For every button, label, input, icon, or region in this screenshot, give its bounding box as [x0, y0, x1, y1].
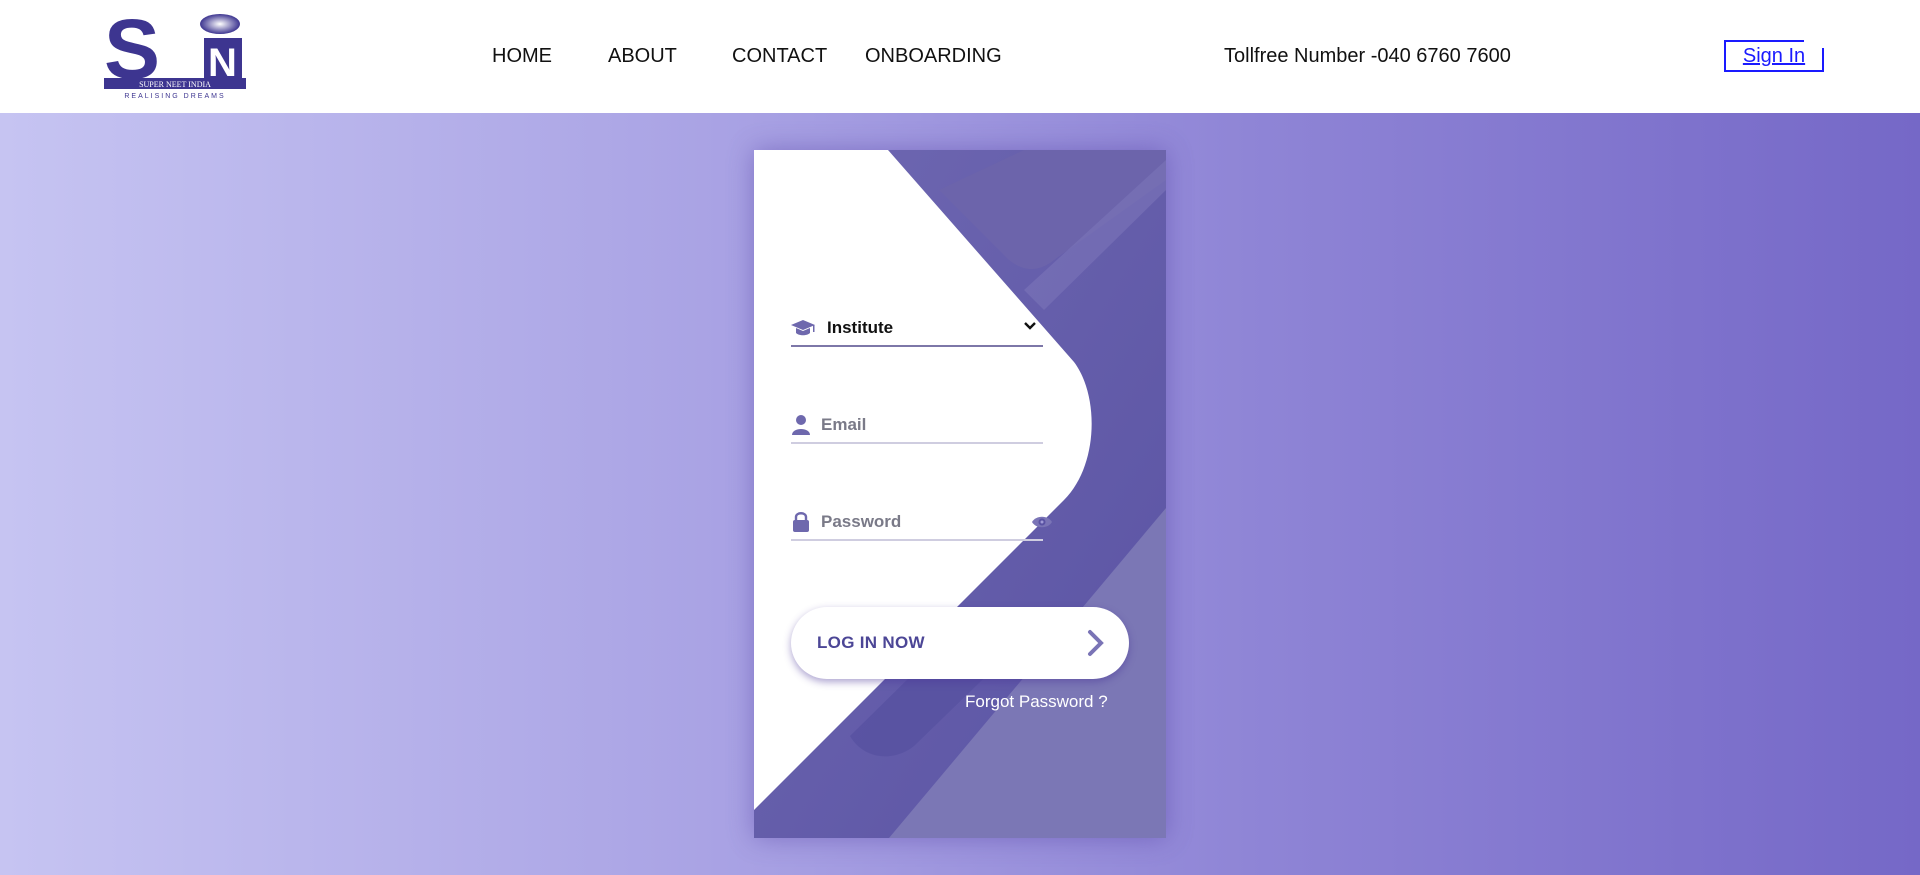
- log-in-button-label: LOG IN NOW: [817, 633, 925, 652]
- role-select-value: Institute: [827, 318, 894, 337]
- sign-in-link[interactable]: Sign In: [1724, 40, 1824, 72]
- graduation-cap-icon: [791, 320, 815, 336]
- email-field[interactable]: Email: [791, 404, 1043, 444]
- eye-icon[interactable]: [1031, 513, 1053, 531]
- chevron-right-icon: [1088, 630, 1104, 656]
- logo-name: SUPER NEET INDIA: [139, 80, 211, 89]
- role-select[interactable]: Institute: [791, 307, 1043, 347]
- nav-contact[interactable]: CONTACT: [732, 44, 827, 68]
- log-in-button[interactable]: LOG IN NOW: [791, 607, 1129, 679]
- tollfree-number: Tollfree Number -040 6760 7600: [1224, 45, 1511, 67]
- login-card: Institute Email Password LOG IN NOW Forg…: [754, 150, 1166, 838]
- user-icon: [792, 415, 810, 435]
- password-field[interactable]: Password: [791, 501, 1052, 541]
- chevron-down-icon: [1024, 322, 1036, 330]
- lock-icon: [793, 512, 809, 532]
- nav-onboarding[interactable]: ONBOARDING: [865, 44, 1002, 68]
- nav-home[interactable]: HOME: [492, 44, 552, 68]
- nav-about[interactable]: ABOUT: [608, 44, 677, 68]
- logo-tagline: REALISING DREAMS: [124, 93, 225, 100]
- password-placeholder: Password: [821, 512, 902, 531]
- brand-logo[interactable]: S N SUPER NEET INDIA REALISING DREAMS: [102, 12, 248, 100]
- email-placeholder: Email: [821, 415, 867, 434]
- site-header: S N SUPER NEET INDIA REALISING DREAMS HO…: [0, 0, 1920, 113]
- forgot-password-link[interactable]: Forgot Password ?: [965, 692, 1108, 712]
- card-decoration: [754, 150, 1166, 838]
